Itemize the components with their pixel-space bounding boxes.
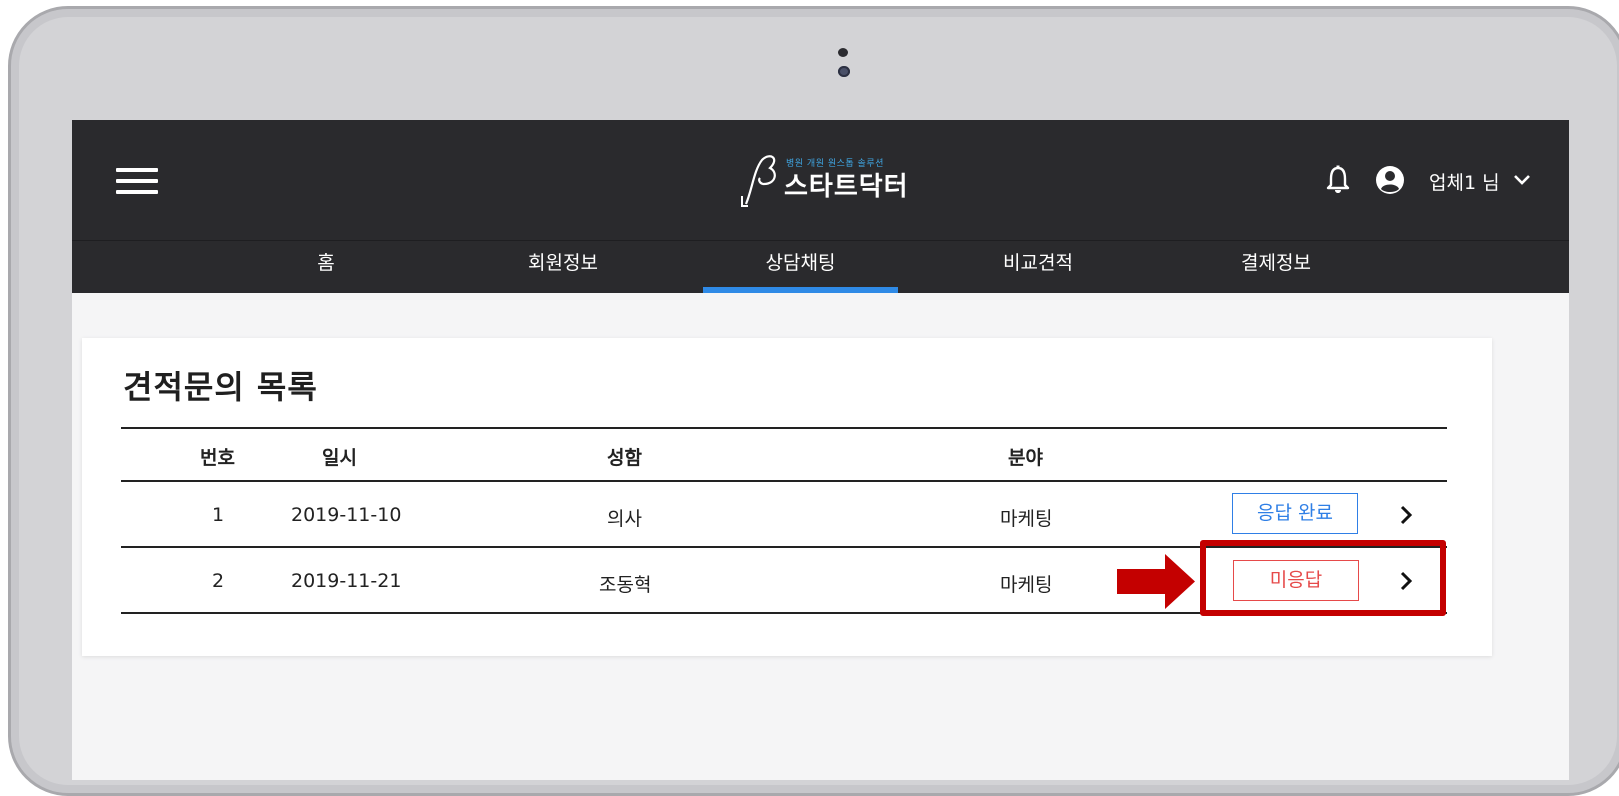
row-field: 마케팅 — [1000, 508, 1053, 530]
user-circle-icon[interactable] — [1375, 165, 1405, 195]
status-responded-button[interactable]: 응답 완료 — [1232, 493, 1358, 534]
header-top-bar: 병원 개원 원스톱 솔루션 스타트닥터 업체1 님 — [72, 120, 1569, 240]
camera-lens — [838, 66, 850, 77]
column-header-no: 번호 — [200, 447, 235, 469]
tab-member-info[interactable]: 회원정보 — [463, 241, 663, 293]
column-header-date: 일시 — [322, 447, 357, 469]
tab-home[interactable]: 홈 — [226, 241, 426, 293]
row-date: 2019-11-21 — [291, 570, 402, 592]
user-name[interactable]: 업체1 님 — [1429, 168, 1500, 195]
page-title: 견적문의 목록 — [123, 368, 318, 406]
row-field: 마케팅 — [1000, 574, 1053, 596]
hamburger-menu-icon[interactable] — [116, 168, 158, 194]
tab-payment-info[interactable]: 결제정보 — [1176, 241, 1376, 293]
table-top-border — [121, 427, 1447, 429]
row-name: 의사 — [607, 508, 642, 530]
row-no: 1 — [212, 504, 225, 526]
row-date: 2019-11-10 — [291, 504, 402, 526]
logo-mark-icon — [741, 155, 776, 207]
column-header-field: 분야 — [1008, 447, 1043, 469]
tab-compare-quote[interactable]: 비교견적 — [938, 241, 1138, 293]
bell-icon[interactable] — [1325, 165, 1351, 195]
row-name: 조동혁 — [599, 574, 652, 596]
row-no: 2 — [212, 570, 225, 592]
chevron-right-icon[interactable] — [1398, 503, 1416, 527]
column-header-name: 성함 — [607, 447, 642, 469]
chevron-down-icon[interactable] — [1512, 170, 1532, 190]
tab-consult-chat[interactable]: 상담채팅 — [703, 241, 898, 293]
annotation-highlight-box — [1200, 540, 1446, 616]
app-logo[interactable]: 병원 개원 원스톱 솔루션 스타트닥터 — [740, 150, 910, 210]
app-header: 병원 개원 원스톱 솔루션 스타트닥터 업체1 님 홈 회원정보 상담채팅 비교… — [72, 120, 1569, 293]
camera-sensor — [838, 48, 848, 57]
arrow-right-icon — [1117, 554, 1195, 609]
main-nav: 홈 회원정보 상담채팅 비교견적 결제정보 — [72, 240, 1569, 293]
header-divider — [121, 480, 1447, 482]
logo-name: 스타트닥터 — [784, 172, 909, 202]
app-screen: 병원 개원 원스톱 솔루션 스타트닥터 업체1 님 홈 회원정보 상담채팅 비교… — [72, 120, 1569, 780]
